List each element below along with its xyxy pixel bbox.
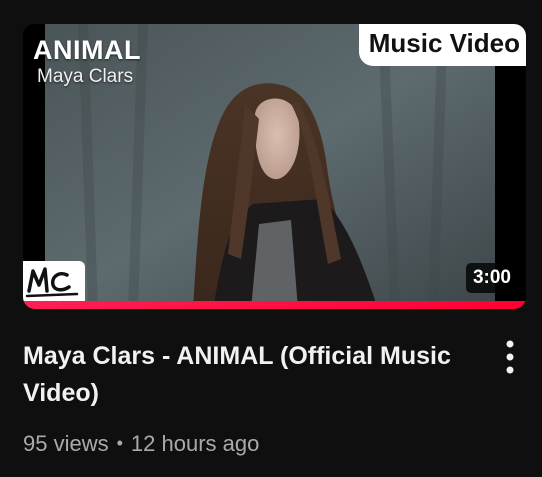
watch-progress-bar bbox=[23, 301, 526, 309]
publish-time: 12 hours ago bbox=[130, 431, 260, 456]
more-vert-icon bbox=[506, 340, 514, 374]
watch-progress-fill bbox=[23, 301, 526, 309]
video-metadata: 95 views • 12 hours ago bbox=[23, 429, 259, 458]
video-card: ANIMAL Maya Clars Music Video 3:00 Maya … bbox=[0, 0, 542, 477]
thumbnail-overlay-title: ANIMAL bbox=[33, 35, 141, 65]
video-thumbnail[interactable]: ANIMAL Maya Clars Music Video 3:00 bbox=[23, 24, 526, 309]
view-count: 95 views bbox=[23, 431, 109, 456]
channel-logo-icon bbox=[23, 261, 85, 301]
more-options-button[interactable] bbox=[494, 337, 526, 377]
duration-badge: 3:00 bbox=[465, 263, 518, 293]
video-title[interactable]: Maya Clars - ANIMAL (Official Music Vide… bbox=[23, 338, 453, 412]
music-video-banner: Music Video bbox=[358, 24, 526, 66]
meta-separator: • bbox=[116, 433, 123, 453]
thumbnail-overlay-artist: Maya Clars bbox=[37, 66, 134, 87]
